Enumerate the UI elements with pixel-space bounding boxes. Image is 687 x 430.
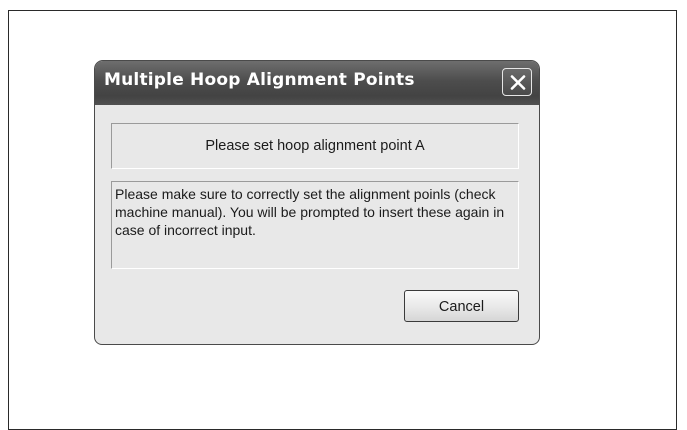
- prompt-text: Please set hoop alignment point A: [111, 123, 519, 169]
- dialog-titlebar[interactable]: Multiple Hoop Alignment Points: [95, 61, 539, 105]
- cancel-button[interactable]: Cancel: [404, 290, 519, 322]
- close-button[interactable]: [502, 68, 532, 96]
- dialog-title: Multiple Hoop Alignment Points: [104, 70, 415, 90]
- close-icon: [510, 75, 526, 90]
- info-text: Please make sure to correctly set the al…: [111, 181, 519, 269]
- alignment-dialog: Multiple Hoop Alignment Points Please se…: [94, 60, 540, 345]
- dialog-body: Please set hoop alignment point A Please…: [99, 105, 535, 340]
